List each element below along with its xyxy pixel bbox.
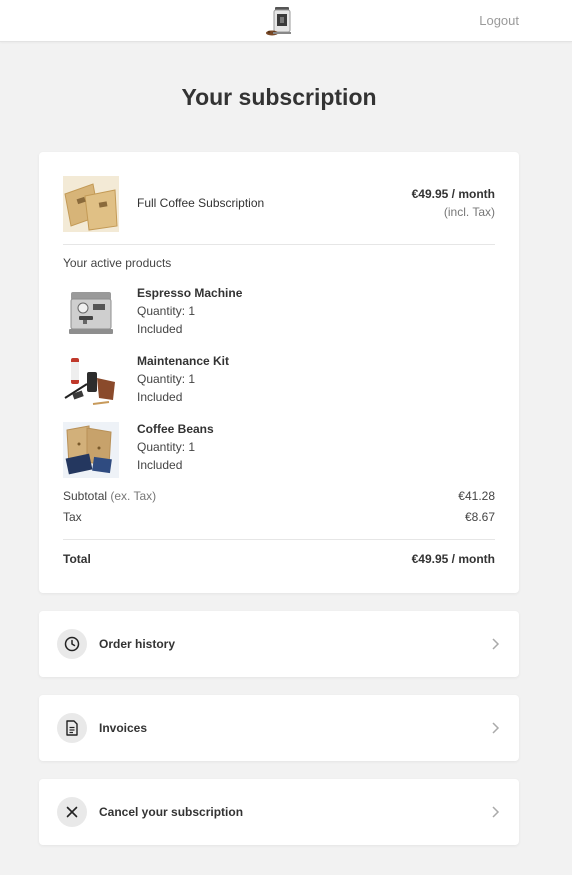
product-name: Coffee Beans [137, 422, 214, 436]
plan-tax-note: (incl. Tax) [443, 205, 495, 219]
product-quantity: Quantity: 1 [137, 372, 196, 386]
subtotal-label-group: Subtotal (ex. Tax) [63, 489, 156, 503]
product-item-coffee-beans: Coffee Beans Quantity: 1 Included [63, 422, 495, 478]
tax-label: Tax [63, 510, 82, 524]
divider [63, 244, 495, 245]
espresso-machine-image [63, 286, 119, 342]
coffee-machine-logo-icon[interactable] [265, 5, 295, 37]
active-products-label: Your active products [63, 256, 172, 270]
subtotal-label: Subtotal [63, 489, 108, 503]
total-label: Total [63, 552, 91, 566]
document-icon [57, 713, 87, 743]
product-status: Included [137, 322, 183, 336]
product-name: Espresso Machine [137, 286, 243, 300]
divider [63, 539, 495, 540]
product-item-espresso-machine: Espresso Machine Quantity: 1 Included [63, 286, 495, 342]
product-status: Included [137, 390, 183, 404]
coffee-beans-image [63, 422, 119, 478]
total-row: Total €49.95 / month [63, 552, 495, 568]
logout-link[interactable]: Logout [479, 13, 519, 28]
product-item-maintenance-kit: Maintenance Kit Quantity: 1 Included [63, 354, 495, 410]
order-history-label: Order history [99, 637, 176, 651]
subtotal-value: €41.28 [458, 489, 495, 503]
total-value: €49.95 / month [411, 552, 495, 566]
cancel-subscription-button[interactable]: Cancel your subscription [39, 779, 519, 845]
subscription-summary-card: Full Coffee Subscription €49.95 / month … [39, 152, 519, 593]
page-title: Your subscription [181, 84, 377, 110]
chevron-right-icon [492, 806, 500, 818]
close-icon [57, 797, 87, 827]
product-quantity: Quantity: 1 [137, 440, 196, 454]
tax-value: €8.67 [464, 510, 495, 524]
chevron-right-icon [492, 638, 500, 650]
subtotal-qualifier: (ex. Tax) [110, 489, 157, 503]
clock-icon [57, 629, 87, 659]
product-status: Included [137, 458, 183, 472]
plan-price: €49.95 / month [411, 187, 495, 201]
invoices-label: Invoices [99, 721, 148, 735]
maintenance-kit-image [63, 354, 119, 410]
top-bar: Logout [0, 0, 572, 42]
product-name: Maintenance Kit [137, 354, 230, 368]
subtotal-row: Subtotal (ex. Tax) €41.28 [63, 489, 495, 505]
coffee-bags-image [63, 176, 119, 232]
plan-name: Full Coffee Subscription [137, 196, 265, 210]
invoices-button[interactable]: Invoices [39, 695, 519, 761]
order-history-button[interactable]: Order history [39, 611, 519, 677]
chevron-right-icon [492, 722, 500, 734]
product-quantity: Quantity: 1 [137, 304, 196, 318]
plan-row: Full Coffee Subscription €49.95 / month … [63, 176, 495, 232]
cancel-subscription-label: Cancel your subscription [99, 805, 244, 819]
tax-row: Tax €8.67 [63, 510, 495, 526]
